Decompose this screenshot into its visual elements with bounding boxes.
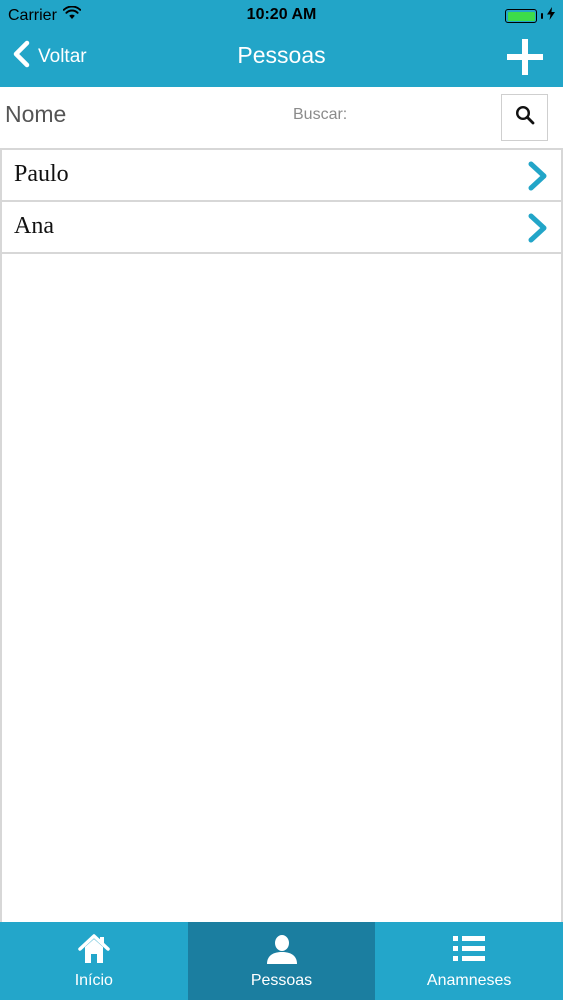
search-caption: Buscar: [293,106,348,123]
add-button[interactable] [506,38,544,76]
search-icon [515,105,535,130]
list-item-label: Ana [14,213,54,239]
tab-pessoas[interactable]: Pessoas [187,922,376,1000]
search-button[interactable] [501,94,548,141]
battery-fill [507,11,535,21]
status-time: 10:20 AM [246,6,317,23]
battery-icon [505,9,537,23]
page-title: Pessoas [237,42,326,68]
tab-inicio[interactable]: Início [0,922,188,1000]
list-item[interactable]: Ana [2,202,561,254]
tab-label: Início [74,972,113,989]
list-icon [452,932,486,966]
search-field-label: Nome [5,101,67,127]
status-bar: Carrier 10:20 AM [0,0,563,30]
app-header: Carrier 10:20 AM Voltar Pessoas [0,0,563,87]
chevron-right-icon [525,160,551,192]
tab-bar: Início Pessoas Anamneses [0,922,563,1000]
bolt-icon [547,7,555,25]
people-list: Paulo Ana [0,148,563,922]
tab-label: Pessoas [250,972,313,989]
tab-label: Anamneses [426,972,512,989]
battery-tip [541,13,543,19]
list-item-label: Paulo [14,161,69,187]
chevron-right-icon [525,212,551,244]
tab-anamneses[interactable]: Anamneses [375,922,563,1000]
search-bar: Nome Buscar: [0,87,563,149]
battery-indicator [505,7,555,25]
home-icon [77,932,111,966]
person-icon [265,932,299,966]
list-item[interactable]: Paulo [2,150,561,202]
plus-icon [506,39,544,80]
